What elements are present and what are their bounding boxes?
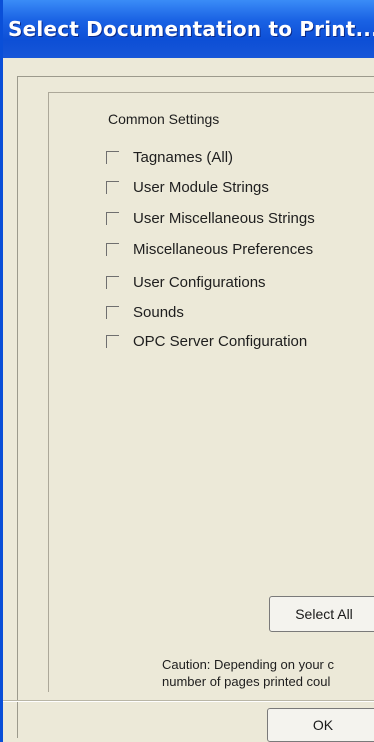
option-label: Tagnames (All) [133,148,234,166]
caution-text: Caution: Depending on your c number of p… [162,656,334,690]
option-opc-server-configuration[interactable]: OPC Server Configuration [106,329,307,353]
option-misc-preferences[interactable]: Miscellaneous Preferences [106,237,313,261]
user-module-strings-checkbox[interactable] [106,180,119,194]
title-bar[interactable]: Select Documentation to Print... [3,0,374,58]
option-label: User Miscellaneous Strings [133,209,315,227]
option-user-configurations[interactable]: User Configurations [106,270,266,294]
option-label: OPC Server Configuration [133,332,308,350]
sounds-checkbox[interactable] [106,305,119,319]
caution-line-1: Caution: Depending on your c [162,657,335,672]
option-user-misc-strings[interactable]: User Miscellaneous Strings [106,206,315,230]
caution-line-2: number of pages printed coul [162,674,331,689]
option-label: Sounds [133,303,184,321]
option-tagnames[interactable]: Tagnames (All) [106,145,233,169]
option-label: User Configurations [133,273,266,291]
user-misc-strings-checkbox[interactable] [106,211,119,225]
ok-button[interactable]: OK [267,708,374,742]
misc-preferences-checkbox[interactable] [106,242,119,256]
user-configurations-checkbox[interactable] [106,275,119,289]
tagnames-checkbox[interactable] [106,150,119,164]
opc-server-configuration-checkbox[interactable] [106,334,119,348]
common-settings-label: Common Settings [108,111,220,127]
footer-divider-highlight [3,701,374,702]
select-all-button[interactable]: Select All [269,596,374,632]
option-sounds[interactable]: Sounds [106,300,184,324]
window-title: Select Documentation to Print... [8,17,374,41]
print-documentation-dialog: Select Documentation to Print... Common … [0,0,374,742]
option-label: Miscellaneous Preferences [133,240,314,258]
option-label: User Module Strings [133,178,269,196]
option-user-module-strings[interactable]: User Module Strings [106,175,269,199]
